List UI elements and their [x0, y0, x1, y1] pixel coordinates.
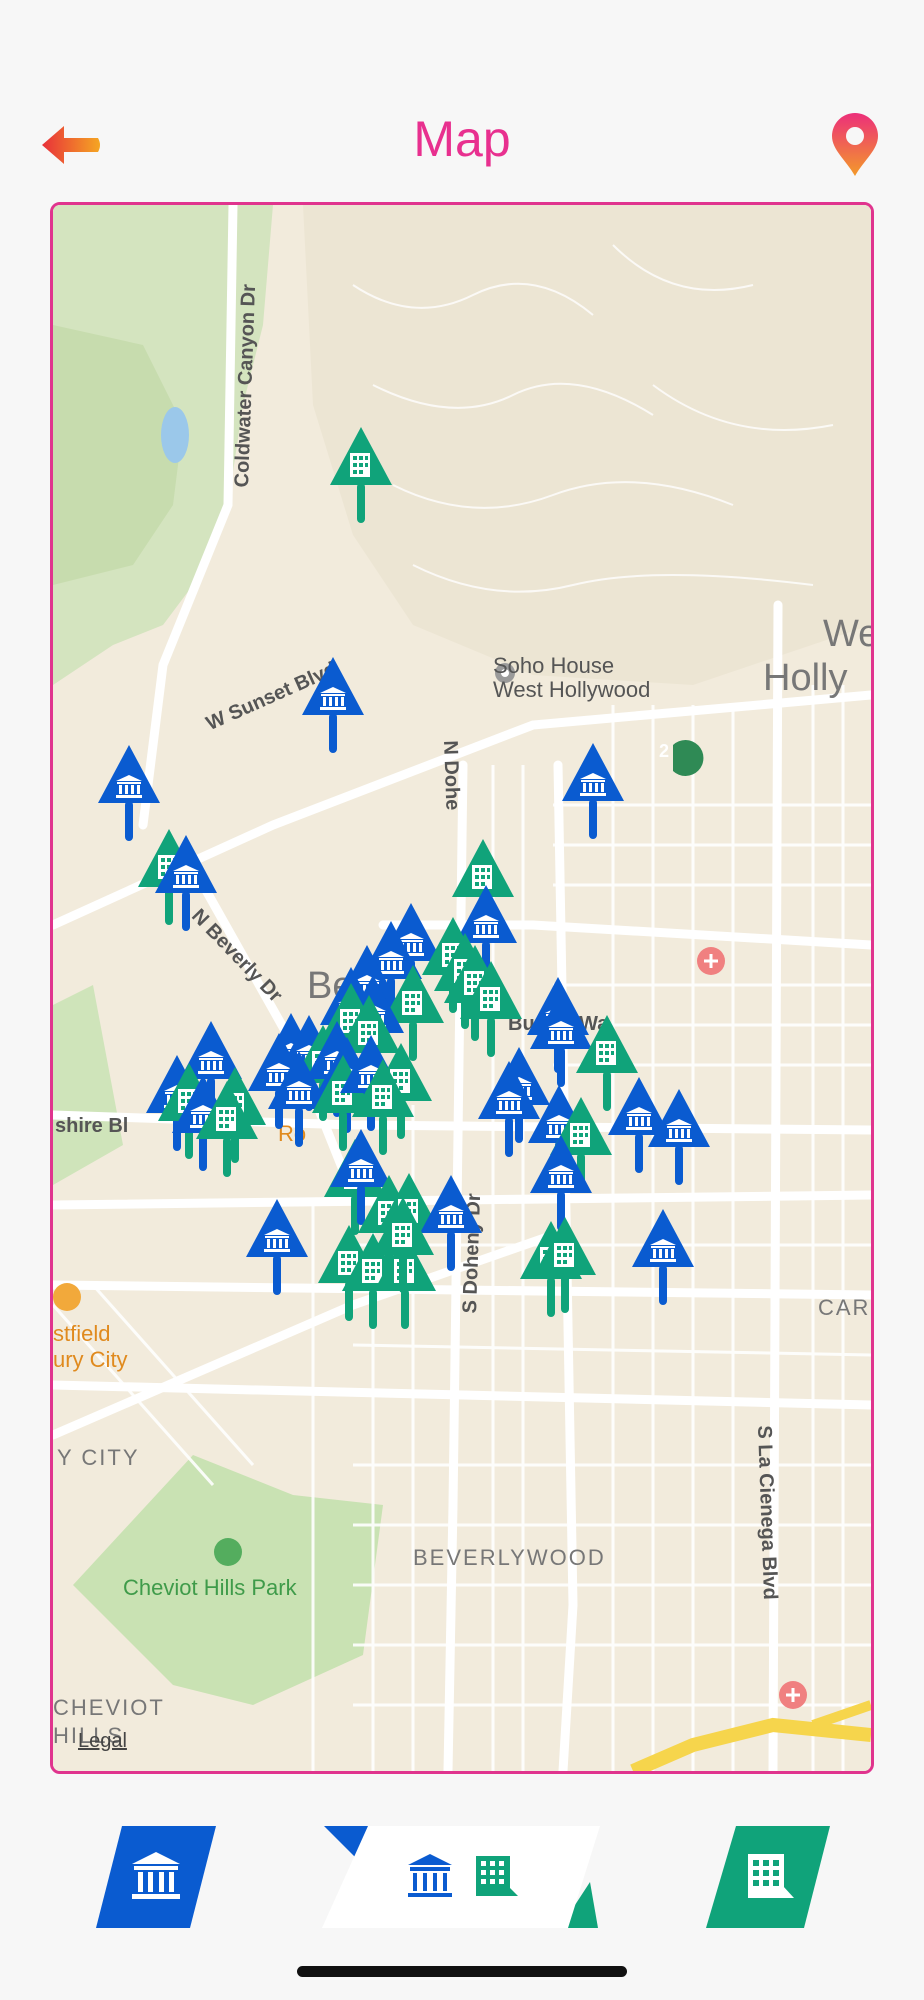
- map-label-cheviot-hills: CHEVIOT: [53, 1695, 165, 1720]
- museum-pin-icon[interactable]: [632, 1209, 694, 1309]
- hotel-pin-icon[interactable]: [460, 961, 522, 1061]
- map-label-soho-2: West Hollywood: [493, 677, 651, 702]
- map-label-westfield: stfield: [53, 1321, 111, 1346]
- museum-pin-icon[interactable]: [648, 1089, 710, 1189]
- hotel-pin-icon[interactable]: [534, 1217, 596, 1317]
- map-screen: Map Coldwater Canyon Dr Soho House West …: [0, 0, 924, 2000]
- home-indicator: [297, 1966, 627, 1977]
- map-label-soho: Soho House: [493, 653, 615, 678]
- bottom-tab-bar: [0, 1800, 924, 1950]
- legal-link[interactable]: Legal: [78, 1730, 127, 1753]
- page-title: Map: [413, 111, 511, 167]
- map-label-wilshire: shire Bl: [55, 1115, 129, 1137]
- map-label-century-city: Y CITY: [57, 1445, 140, 1470]
- hotel-pin-icon[interactable]: [330, 427, 392, 527]
- map-label-carthay: CAR: [818, 1295, 871, 1320]
- map-label-n-doheny: N Dohe: [439, 740, 464, 811]
- tab-museums-and-hotels[interactable]: [322, 1826, 600, 1928]
- tab-museums[interactable]: [96, 1826, 216, 1928]
- museum-pin-icon[interactable]: [302, 657, 364, 757]
- header: Map: [0, 90, 924, 200]
- tab-hotels[interactable]: [706, 1826, 830, 1928]
- map-view[interactable]: Coldwater Canyon Dr Soho House West Holl…: [50, 202, 874, 1774]
- map-label-beverlywood: BEVERLYWOOD: [413, 1545, 606, 1570]
- museum-pin-icon[interactable]: [246, 1199, 308, 1299]
- hotel-pin-icon[interactable]: [372, 1197, 434, 1297]
- map-label-west-hollywood: We: [823, 613, 874, 655]
- museum-pin-icon[interactable]: [155, 835, 217, 935]
- map-label-westfield-2: ury City: [53, 1347, 128, 1372]
- map-label-cheviot-park: Cheviot Hills Park: [123, 1575, 297, 1600]
- museum-pin-icon[interactable]: [562, 743, 624, 843]
- hotel-pin-icon[interactable]: [196, 1081, 258, 1181]
- map-label-highway-2: 2: [659, 741, 670, 761]
- map-label-west-hollywood-2: Holly: [763, 657, 848, 699]
- map-pin-icon[interactable]: [828, 112, 882, 178]
